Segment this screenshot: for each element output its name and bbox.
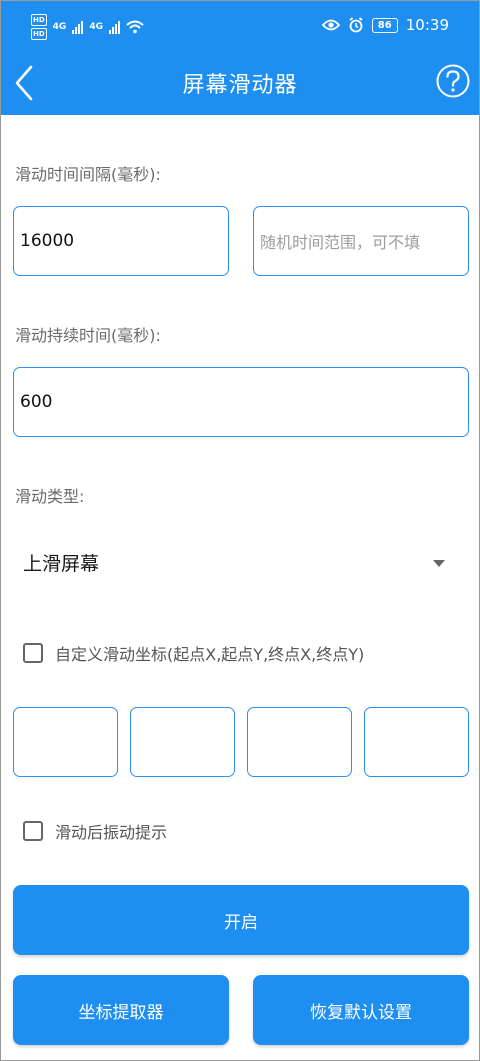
hd-badge: HD	[31, 14, 47, 26]
status-left: HD HD 4G 4G	[31, 13, 144, 41]
hd-badges: HD HD	[31, 13, 47, 41]
coordinate-picker-button[interactable]: 坐标提取器	[13, 975, 229, 1045]
hd-badge: HD	[31, 28, 47, 40]
end-x-input[interactable]	[247, 707, 352, 777]
swipe-type-dropdown[interactable]: 上滑屏幕	[23, 549, 453, 581]
reset-defaults-button[interactable]: 恢复默认设置	[253, 975, 469, 1045]
network-type: 4G	[89, 22, 103, 32]
interval-label: 滑动时间间隔(毫秒):	[15, 165, 161, 184]
duration-input[interactable]: 600	[13, 367, 469, 437]
app-header: 屏幕滑动器	[1, 53, 479, 115]
help-icon[interactable]	[435, 63, 471, 99]
start-y-input[interactable]	[130, 707, 235, 777]
vibrate-checkbox[interactable]	[23, 821, 43, 841]
random-range-input[interactable]: 随机时间范围，可不填	[253, 206, 469, 276]
vibrate-row[interactable]: 滑动后振动提示	[23, 819, 167, 843]
alarm-icon	[349, 17, 363, 33]
end-y-input[interactable]	[364, 707, 469, 777]
start-button[interactable]: 开启	[13, 885, 469, 955]
status-bar: HD HD 4G 4G 86 10:39	[1, 1, 479, 53]
start-x-input[interactable]	[13, 707, 118, 777]
duration-label: 滑动持续时间(毫秒):	[15, 326, 161, 345]
status-right: 86 10:39	[321, 16, 449, 34]
network-type: 4G	[52, 22, 67, 32]
eye-icon	[321, 19, 340, 31]
battery-icon: 86	[371, 17, 398, 33]
custom-coords-row[interactable]: 自定义滑动坐标(起点X,起点Y,终点X,终点Y)	[23, 641, 364, 665]
interval-input[interactable]: 16000	[13, 206, 229, 276]
signal-icon	[72, 20, 84, 34]
app-screen: HD HD 4G 4G 86 10:39 屏幕滑动器 滑动时间间隔(毫秒): 1…	[0, 0, 480, 1061]
signal-icon	[108, 20, 120, 34]
custom-coords-checkbox[interactable]	[23, 643, 43, 663]
custom-coords-label: 自定义滑动坐标(起点X,起点Y,终点X,终点Y)	[55, 645, 365, 664]
dropdown-arrow-icon	[433, 560, 445, 567]
vibrate-label: 滑动后振动提示	[55, 823, 168, 842]
page-title: 屏幕滑动器	[182, 73, 298, 98]
swipe-type-selected: 上滑屏幕	[23, 553, 100, 575]
clock: 10:39	[405, 16, 449, 34]
swipe-type-label: 滑动类型:	[15, 487, 85, 506]
wifi-icon	[126, 20, 144, 34]
